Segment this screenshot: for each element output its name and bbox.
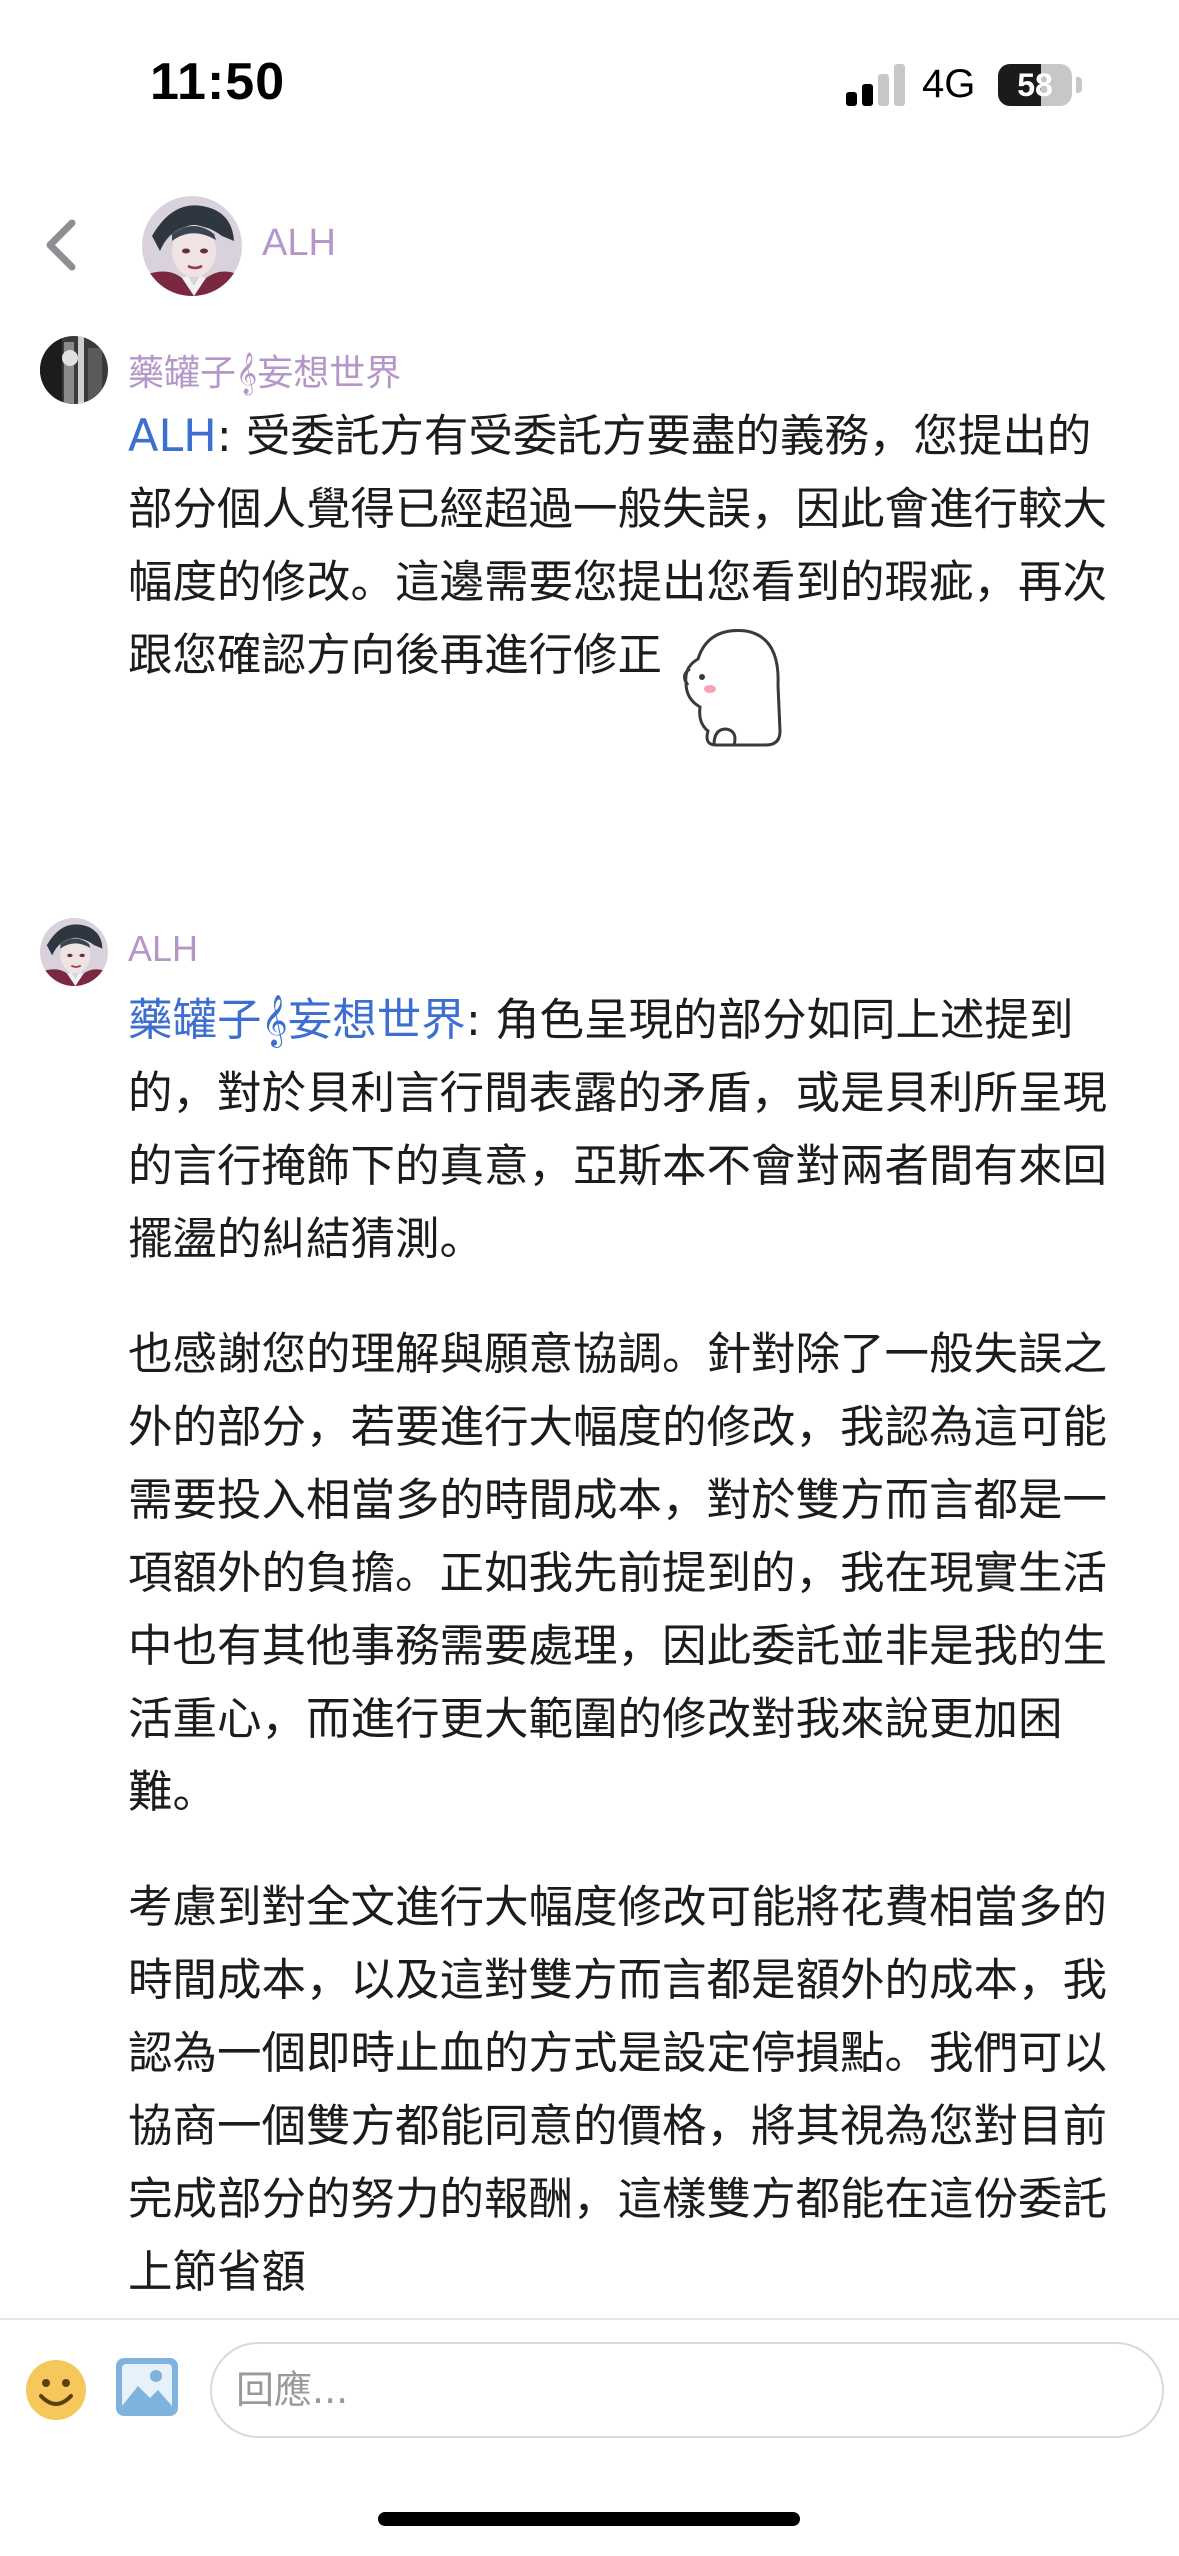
message-paragraph: 藥罐子𝄞妄想世界: 角色呈現的部分如同上述提到的，對於貝利言行間表露的矛盾，或是… <box>128 984 1118 1276</box>
battery-percentage: 58 <box>1017 67 1053 103</box>
message-body: 藥罐子𝄞妄想世界: 角色呈現的部分如同上述提到的，對於貝利言行間表露的矛盾，或是… <box>128 984 1118 2316</box>
message-list[interactable]: 藥罐子𝄞妄想世界 ALH: 受委託方有受委託方要盡的義務，您提出的部分個人覺得已… <box>0 320 1179 2316</box>
chevron-left-icon <box>46 219 76 271</box>
battery-icon: 58 <box>998 64 1072 106</box>
message-avatar[interactable] <box>40 336 108 404</box>
avatar-image <box>142 196 242 296</box>
message-paragraph: 考慮到對全文進行大幅度修改可能將花費相當多的時間成本，以及這對雙方而言都是額外的… <box>128 1882 1108 2298</box>
message-paragraph: ALH: 受委託方有受委託方要盡的義務，您提出的部分個人覺得已經超過一般失誤，因… <box>128 400 1118 759</box>
message-paragraph: 也感謝您的理解與願意協調。針對除了一般失誤之外的部分，若要進行大幅度的修改，我認… <box>128 1329 1108 1818</box>
reply-input[interactable] <box>210 2342 1164 2438</box>
cellular-signal-icon <box>846 62 906 106</box>
message-item: ALH 藥罐子𝄞妄想世界: 角色呈現的部分如同上述提到的，對於貝利言行間表露的矛… <box>0 918 1179 2316</box>
network-type: 4G <box>922 62 976 106</box>
smiley-icon <box>26 2360 86 2420</box>
status-time: 11:50 <box>150 53 286 111</box>
message-text: : 受委託方有受委託方要盡的義務，您提出的部分個人覺得已經超過一般失誤，因此會進… <box>128 411 1108 681</box>
reply-composer <box>0 2318 1179 2460</box>
back-button[interactable] <box>38 215 88 275</box>
photo-icon <box>116 2358 178 2416</box>
message-author[interactable]: ALH <box>128 928 198 970</box>
sticker-image <box>668 619 798 759</box>
message-item: 藥罐子𝄞妄想世界 ALH: 受委託方有受委託方要盡的義務，您提出的部分個人覺得已… <box>0 336 1179 856</box>
header-avatar[interactable] <box>142 196 242 296</box>
chat-header: ALH <box>0 170 1179 320</box>
message-body: ALH: 受委託方有受委託方要盡的義務，您提出的部分個人覺得已經超過一般失誤，因… <box>128 400 1118 801</box>
avatar-image <box>40 336 108 404</box>
battery-terminal <box>1076 77 1082 93</box>
mention-link[interactable]: ALH <box>128 411 217 462</box>
header-contact-name[interactable]: ALH <box>262 222 336 265</box>
message-avatar[interactable] <box>40 918 108 986</box>
status-bar: 11:50 4G 58 <box>0 0 1179 170</box>
photo-button[interactable] <box>114 2356 180 2418</box>
avatar-image <box>40 918 108 986</box>
home-indicator[interactable] <box>378 2512 800 2526</box>
emoji-button[interactable] <box>24 2358 88 2422</box>
mention-link[interactable]: 藥罐子𝄞妄想世界 <box>128 995 466 1046</box>
message-author[interactable]: 藥罐子𝄞妄想世界 <box>128 344 401 396</box>
